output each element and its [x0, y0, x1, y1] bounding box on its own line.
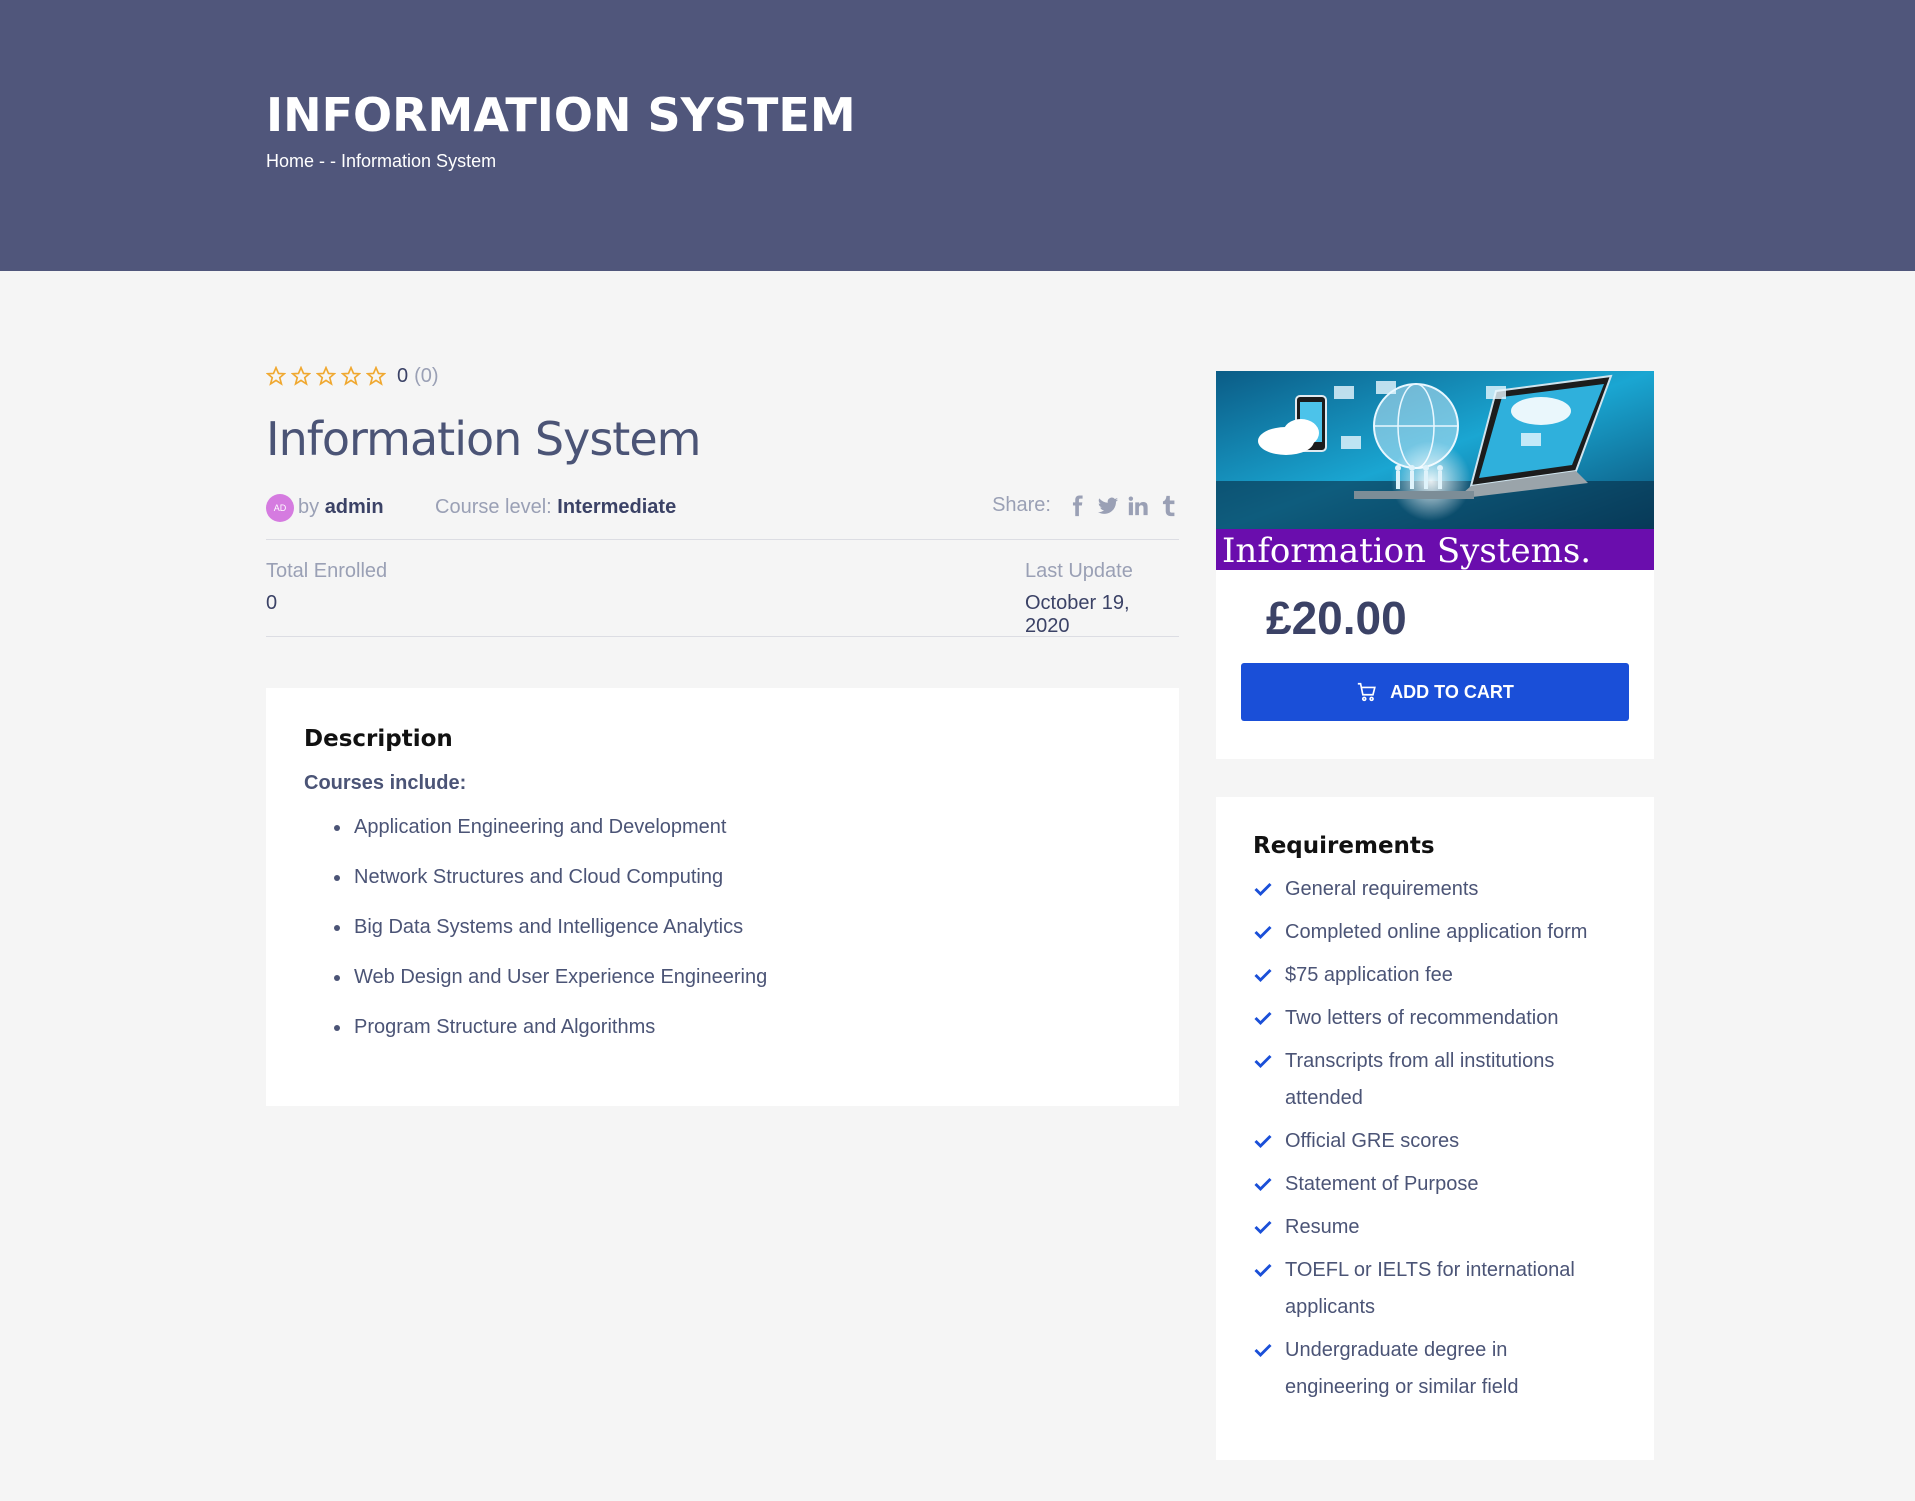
list-item: Undergraduate degree in engineering or s…	[1253, 1332, 1617, 1406]
requirements-card: Requirements General requirements Comple…	[1216, 797, 1654, 1460]
check-icon	[1254, 1177, 1272, 1192]
tumblr-icon[interactable]	[1157, 495, 1179, 517]
list-item: Statement of Purpose	[1253, 1166, 1617, 1203]
description-subtitle: Courses include:	[304, 772, 467, 794]
author-avatar[interactable]: AD	[266, 494, 294, 522]
course-stats: Total Enrolled 0 Last Update October 19,…	[266, 540, 1179, 637]
list-item: Big Data Systems and Intelligence Analyt…	[334, 915, 1141, 965]
requirement-text: Completed online application form	[1285, 921, 1588, 943]
course-price: £20.00	[1266, 592, 1407, 644]
description-list: Application Engineering and Development …	[304, 815, 1141, 1065]
facebook-icon[interactable]	[1067, 494, 1089, 517]
star-outline-icon	[316, 366, 336, 386]
level-label: Course level:	[435, 496, 552, 518]
star-outline-icon	[291, 366, 311, 386]
list-item: Program Structure and Algorithms	[334, 1015, 1141, 1065]
list-item: General requirements	[1253, 871, 1617, 908]
thumbnail-title: Information Systems.	[1222, 531, 1592, 570]
cart-icon	[1357, 682, 1377, 702]
requirements-title: Requirements	[1253, 833, 1435, 859]
course-level: Course level: Intermediate	[435, 496, 676, 519]
check-icon	[1254, 1343, 1272, 1358]
list-item: TOEFL or IELTS for international applica…	[1253, 1252, 1617, 1326]
requirement-text: $75 application fee	[1285, 964, 1453, 986]
breadcrumb: Home - - Information System	[266, 151, 496, 172]
check-icon	[1254, 1220, 1272, 1235]
list-item: $75 application fee	[1253, 957, 1617, 994]
twitter-icon[interactable]	[1097, 495, 1119, 517]
description-card: Description Courses include: Application…	[266, 688, 1179, 1106]
list-item: Official GRE scores	[1253, 1123, 1617, 1160]
list-item: Two letters of recommendation	[1253, 1000, 1617, 1037]
add-to-cart-button[interactable]: ADD TO CART	[1241, 663, 1629, 721]
star-outline-icon	[341, 366, 361, 386]
rating-count: (0)	[414, 364, 439, 387]
add-to-cart-label: ADD TO CART	[1390, 681, 1514, 702]
requirement-text: Two letters of recommendation	[1285, 1007, 1559, 1029]
course-rating: 0 (0)	[266, 360, 1179, 392]
requirement-text: Official GRE scores	[1285, 1130, 1460, 1152]
check-icon	[1254, 1011, 1272, 1026]
requirement-text: Transcripts from all institutions attend…	[1285, 1050, 1555, 1109]
check-icon	[1254, 968, 1272, 983]
share-label: Share:	[992, 494, 1051, 516]
description-title: Description	[304, 726, 453, 752]
last-update-label: Last Update	[1025, 560, 1133, 582]
requirement-text: TOEFL or IELTS for international applica…	[1285, 1259, 1575, 1318]
breadcrumb-separator: - -	[314, 151, 342, 171]
list-item: Resume	[1253, 1209, 1617, 1246]
list-item: Application Engineering and Development	[334, 815, 1141, 865]
requirement-text: Undergraduate degree in engineering or s…	[1285, 1339, 1519, 1398]
enrolled-label: Total Enrolled	[266, 560, 388, 582]
list-item: Completed online application form	[1253, 914, 1617, 951]
course-details: 0 (0) Information System AD by admin Cou…	[266, 360, 1179, 637]
last-update-value: October 19, 2020	[1025, 592, 1130, 637]
check-icon	[1254, 1263, 1272, 1278]
level-value: Intermediate	[557, 496, 677, 518]
share-bar: Share:	[992, 494, 1179, 517]
course-title: Information System	[266, 412, 701, 466]
list-item: Transcripts from all institutions attend…	[1253, 1043, 1617, 1117]
check-icon	[1254, 925, 1272, 940]
check-icon	[1254, 1054, 1272, 1069]
by-label: by	[298, 496, 320, 518]
star-outline-icon	[266, 366, 286, 386]
check-icon	[1254, 1134, 1272, 1149]
requirement-text: Resume	[1285, 1216, 1360, 1238]
list-item: Network Structures and Cloud Computing	[334, 865, 1141, 915]
linkedin-icon[interactable]	[1127, 495, 1149, 517]
course-meta: AD by admin Course level: Intermediate S…	[266, 480, 1179, 540]
page-hero: INFORMATION SYSTEM Home - - Information …	[0, 0, 1915, 271]
hero-title: INFORMATION SYSTEM	[266, 88, 856, 142]
requirements-list: General requirements Completed online ap…	[1253, 871, 1617, 1406]
price-card: Information Systems. £20.00 ADD TO CART	[1216, 371, 1654, 759]
enrolled-value: 0	[266, 592, 278, 614]
author-byline: by admin	[298, 496, 384, 519]
requirement-text: General requirements	[1285, 878, 1479, 900]
requirement-text: Statement of Purpose	[1285, 1173, 1479, 1195]
rating-value: 0	[397, 364, 409, 387]
breadcrumb-current: Information System	[341, 151, 497, 171]
star-outline-icon	[366, 366, 386, 386]
list-item: Web Design and User Experience Engineeri…	[334, 965, 1141, 1015]
breadcrumb-home-link[interactable]: Home	[266, 151, 314, 171]
course-thumbnail: Information Systems.	[1216, 371, 1654, 570]
author-link[interactable]: admin	[325, 496, 384, 518]
check-icon	[1254, 882, 1272, 897]
